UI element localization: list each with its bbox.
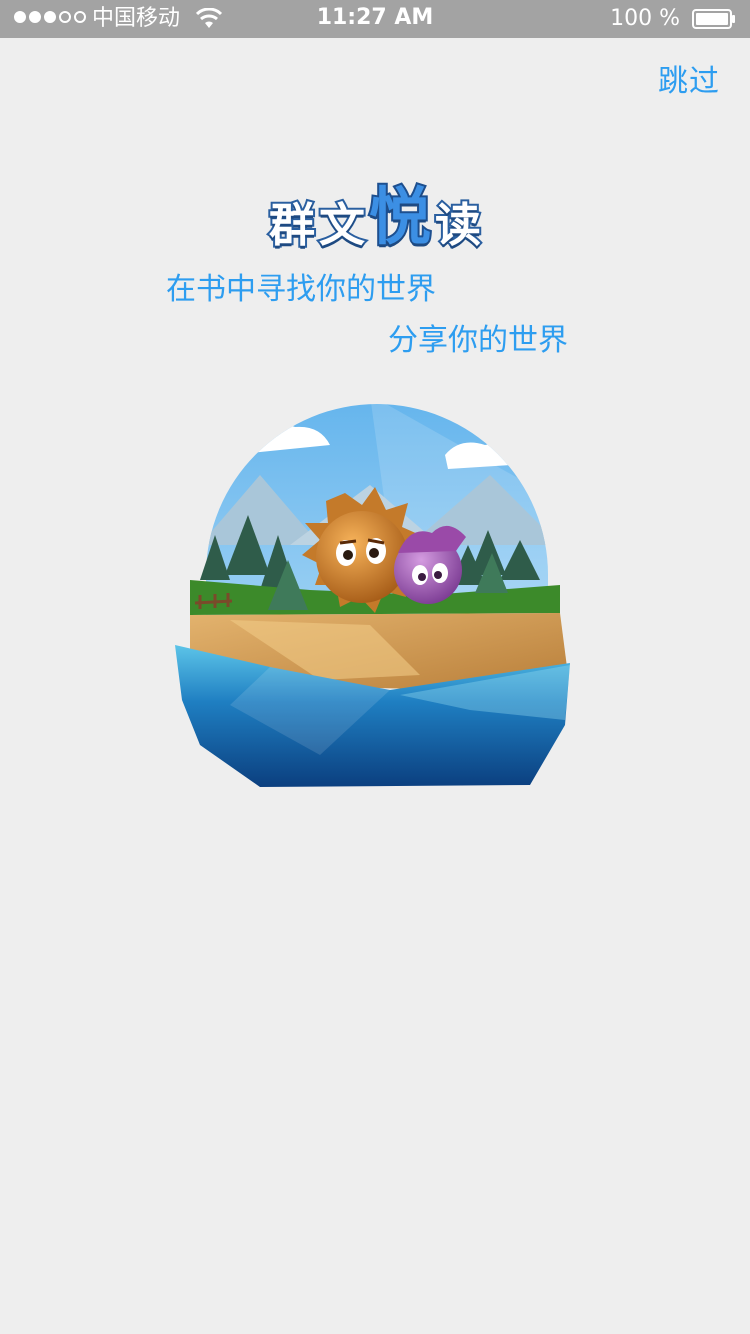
slogan-line-1: 在书中寻找你的世界 xyxy=(166,272,436,307)
app-logo: 群 文 悦 读 xyxy=(0,168,750,253)
logo-char: 群 xyxy=(267,198,317,252)
slogan-line-2: 分享你的世界 xyxy=(388,323,568,358)
skip-button[interactable]: 跳过 xyxy=(658,62,720,102)
logo-char: 文 xyxy=(317,198,367,252)
floating-island-illustration xyxy=(170,375,570,795)
status-bar: 中国移动 11:27 AM 100 % xyxy=(0,0,750,38)
logo-char: 读 xyxy=(433,198,483,252)
battery-icon xyxy=(692,9,736,29)
logo-char: 悦 xyxy=(367,180,433,253)
battery-percentage: 100 % xyxy=(610,6,680,31)
